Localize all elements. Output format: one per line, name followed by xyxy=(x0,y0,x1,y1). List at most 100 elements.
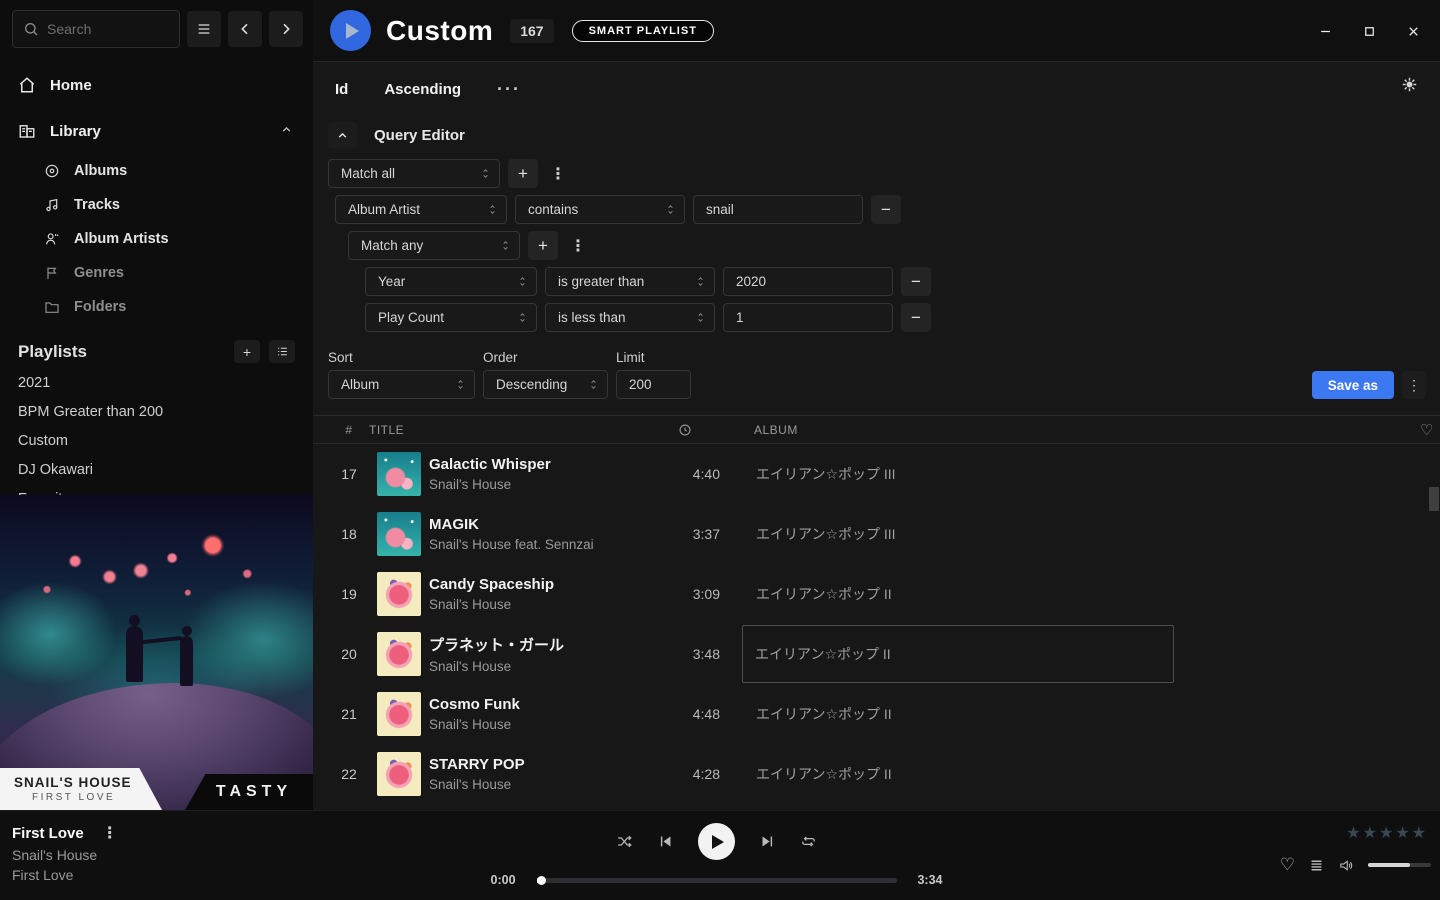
nav-back-button[interactable] xyxy=(228,11,262,47)
playlist-item-bpm[interactable]: BPM Greater than 200 xyxy=(0,398,313,427)
sort-field-button[interactable]: Id xyxy=(335,81,348,98)
now-playing-title[interactable]: First Love xyxy=(12,825,84,842)
close-button[interactable] xyxy=(1398,16,1428,46)
play-playlist-button[interactable] xyxy=(330,10,371,51)
track-row[interactable]: 21 Cosmo Funk Snail's House 4:48 エイリアン☆ポ… xyxy=(313,684,1440,744)
library-collapse-chevron[interactable] xyxy=(280,123,293,140)
sidebar-item-genres[interactable]: Genres xyxy=(0,256,313,290)
play-icon xyxy=(346,23,359,39)
now-playing-album-art[interactable]: SNAIL'S HOUSE FIRST LOVE TASTY xyxy=(0,495,313,810)
rule3-field-select[interactable]: Play Count xyxy=(365,303,537,332)
more-options-icon[interactable]: ··· xyxy=(497,79,521,100)
rule3-value-input[interactable] xyxy=(723,303,893,332)
nav-forward-button[interactable] xyxy=(269,11,303,47)
sort-select[interactable]: Album xyxy=(328,370,475,399)
playlist-item-2021[interactable]: 2021 xyxy=(0,369,313,398)
maximize-button[interactable] xyxy=(1354,16,1384,46)
column-title[interactable]: TITLE xyxy=(369,423,650,437)
add-rule-button[interactable]: + xyxy=(508,159,538,188)
select-arrows-icon xyxy=(480,167,491,180)
star-icon[interactable]: ★ xyxy=(1363,823,1377,843)
music-note-icon xyxy=(44,197,60,213)
rule1-operator-select[interactable]: contains xyxy=(515,195,685,224)
save-as-button[interactable]: Save as xyxy=(1312,371,1394,399)
group-menu-icon[interactable]: ⋮ xyxy=(570,236,586,256)
order-select[interactable]: Descending xyxy=(483,370,608,399)
scrollbar-thumb[interactable] xyxy=(1429,487,1439,511)
sidebar-item-tracks[interactable]: Tracks xyxy=(0,188,313,222)
track-album[interactable]: エイリアン☆ポップ II xyxy=(754,565,1174,623)
seek-bar[interactable] xyxy=(537,878,897,883)
player-right: ★ ★ ★ ★ ★ ♡ xyxy=(1120,811,1440,900)
search-input[interactable]: Search xyxy=(12,10,180,48)
play-pause-button[interactable] xyxy=(698,823,735,860)
menu-button[interactable] xyxy=(187,11,221,47)
rule1-value-input[interactable] xyxy=(693,195,863,224)
sidebar-item-home[interactable]: Home xyxy=(0,62,313,108)
track-album-focused-cell[interactable]: エイリアン☆ポップ II xyxy=(742,625,1174,683)
column-album[interactable]: ALBUM xyxy=(754,423,1174,437)
sidebar-item-folders[interactable]: Folders xyxy=(0,290,313,324)
rule-group-menu-icon[interactable]: ⋮ xyxy=(550,164,566,184)
playlist-list-button[interactable] xyxy=(269,340,295,363)
track-album[interactable]: エイリアン☆ポップ III xyxy=(754,505,1174,563)
track-row[interactable]: 19 Candy Spaceship Snail's House 3:09 エイ… xyxy=(313,564,1440,624)
rule1-field-select[interactable]: Album Artist xyxy=(335,195,507,224)
now-playing-album[interactable]: First Love xyxy=(12,867,313,883)
rule3-operator-select[interactable]: is less than xyxy=(545,303,715,332)
track-album[interactable]: エイリアン☆ポップ II xyxy=(754,685,1174,743)
limit-input[interactable] xyxy=(616,370,691,399)
star-icon[interactable]: ★ xyxy=(1379,823,1393,843)
minimize-button[interactable] xyxy=(1310,16,1340,46)
add-playlist-button[interactable]: + xyxy=(234,340,260,363)
rule2-operator-select[interactable]: is greater than xyxy=(545,267,715,296)
group-match-select[interactable]: Match any xyxy=(348,231,520,260)
query-editor-collapse-button[interactable] xyxy=(328,122,357,148)
volume-button[interactable] xyxy=(1338,857,1355,874)
track-title: プラネット・ガール xyxy=(429,634,650,655)
query-more-button[interactable]: ⋮ xyxy=(1402,371,1426,399)
seek-bar-knob[interactable] xyxy=(537,876,546,885)
star-icon[interactable]: ★ xyxy=(1412,823,1426,843)
sidebar-item-albums[interactable]: Albums xyxy=(0,154,313,188)
rule3-remove-button[interactable]: − xyxy=(901,303,931,332)
group-add-rule-button[interactable]: + xyxy=(528,231,558,260)
sort-order-button[interactable]: Ascending xyxy=(384,81,461,98)
previous-button[interactable] xyxy=(657,833,674,850)
star-icon[interactable]: ★ xyxy=(1346,823,1360,843)
track-number: 19 xyxy=(329,586,369,602)
track-row[interactable]: 20 プラネット・ガール Snail's House 3:48 エイリアン☆ポッ… xyxy=(313,624,1440,684)
track-album[interactable]: エイリアン☆ポップ II xyxy=(754,745,1174,803)
rule2-remove-button[interactable]: − xyxy=(901,267,931,296)
column-index[interactable]: # xyxy=(329,423,369,437)
column-favorite-heart-icon[interactable]: ♡ xyxy=(1395,421,1440,439)
column-duration[interactable] xyxy=(650,423,720,437)
favorite-button[interactable]: ♡ xyxy=(1280,855,1295,875)
track-row[interactable]: 18 MAGIK Snail's House feat. Sennzai 3:3… xyxy=(313,504,1440,564)
sidebar-item-album-artists[interactable]: Album Artists xyxy=(0,222,313,256)
track-album[interactable]: エイリアン☆ポップ III xyxy=(754,445,1174,503)
rule1-remove-button[interactable]: − xyxy=(871,195,901,224)
playlist-item-dj-okawari[interactable]: DJ Okawari xyxy=(0,456,313,485)
order-value: Descending xyxy=(496,377,588,392)
repeat-button[interactable] xyxy=(800,833,817,850)
sidebar-item-library[interactable]: Library xyxy=(0,108,313,154)
library-label: Library xyxy=(50,123,101,140)
shuffle-button[interactable] xyxy=(616,833,633,850)
track-row[interactable]: 22 STARRY POP Snail's House 4:28 エイリアン☆ポ… xyxy=(313,744,1440,804)
select-arrows-icon xyxy=(517,311,528,324)
star-icon[interactable]: ★ xyxy=(1395,823,1409,843)
album-art-label-banner: TASTY xyxy=(185,774,313,810)
now-playing-artist[interactable]: Snail's House xyxy=(12,847,313,863)
root-match-select[interactable]: Match all xyxy=(328,159,500,188)
now-playing-menu-icon[interactable]: ⋮ xyxy=(102,823,118,843)
settings-button[interactable] xyxy=(1401,76,1418,96)
track-row[interactable]: 17 Galactic Whisper Snail's House 4:40 エ… xyxy=(313,444,1440,504)
queue-button[interactable] xyxy=(1308,857,1325,874)
volume-slider[interactable] xyxy=(1368,863,1431,867)
next-button[interactable] xyxy=(759,833,776,850)
rule2-field-select[interactable]: Year xyxy=(365,267,537,296)
playlist-item-custom[interactable]: Custom xyxy=(0,427,313,456)
rule2-value-input[interactable] xyxy=(723,267,893,296)
next-icon xyxy=(759,833,776,850)
